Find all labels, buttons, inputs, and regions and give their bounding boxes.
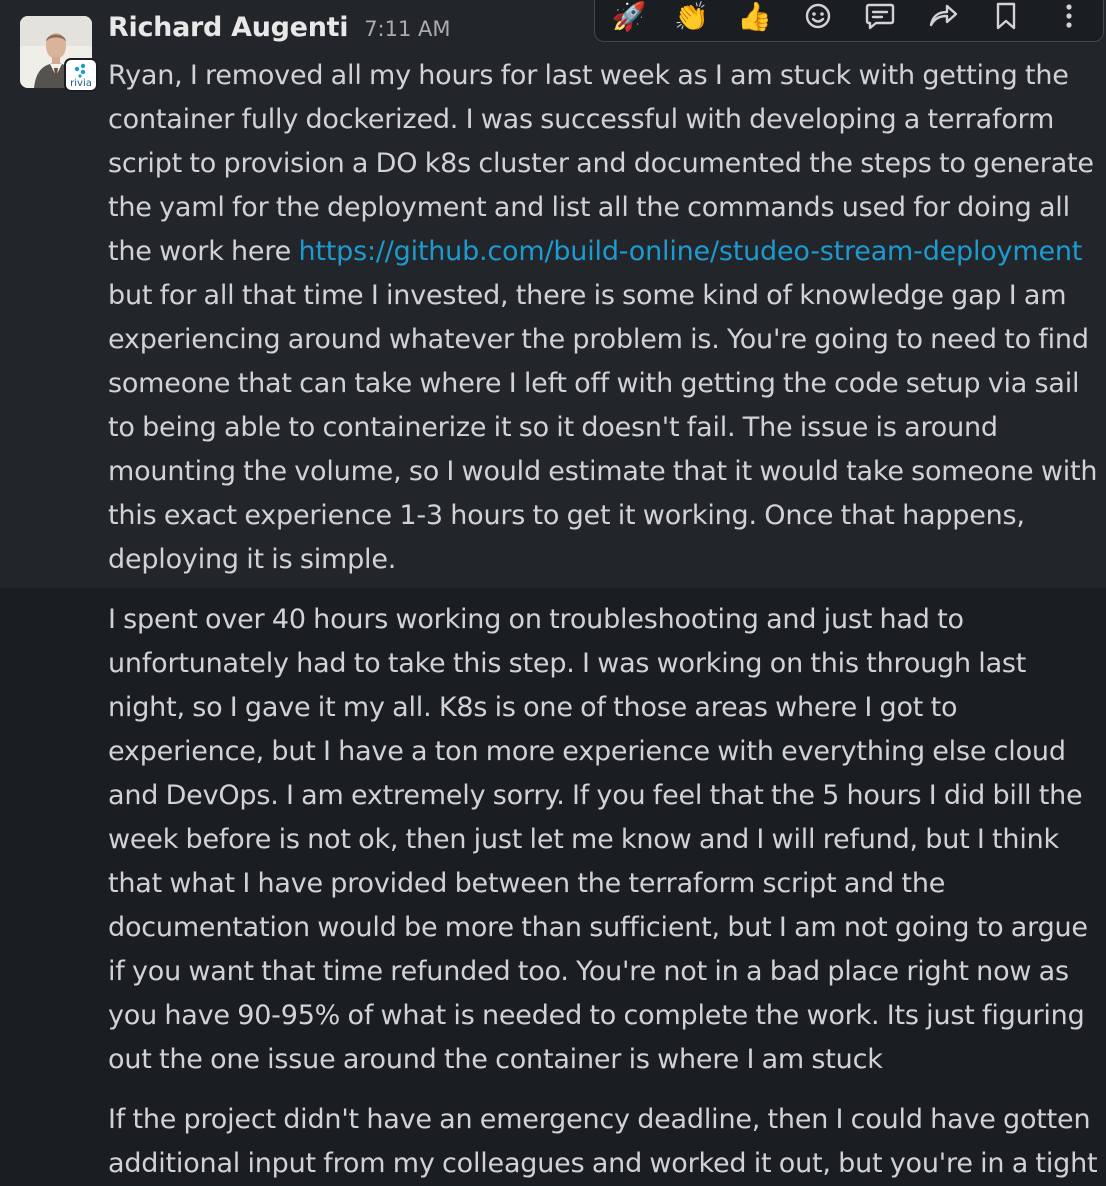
message-line-text: but for all that time I invested, there …: [108, 280, 1067, 311]
message-line: deploying it is simple.: [108, 538, 1098, 582]
message-line: to being able to containerize it so it d…: [108, 406, 1098, 450]
message-paragraph-2: I spent over 40 hours working on trouble…: [108, 598, 1098, 1082]
clap-emoji-reaction[interactable]: 👏: [672, 0, 712, 31]
add-reaction-button[interactable]: [798, 0, 838, 31]
message-line-text: to being able to containerize it so it d…: [108, 412, 998, 443]
message-line-text: the work here: [108, 236, 299, 267]
message-line-text: out the one issue around the container i…: [108, 1044, 883, 1075]
message-line-text: mounting the volume, so I would estimate…: [108, 456, 1098, 487]
save-for-later-button[interactable]: [986, 0, 1026, 31]
clapping-hands-icon: 👏: [674, 0, 710, 33]
thumbs-up-emoji-reaction[interactable]: 👍: [735, 0, 775, 31]
message-actions-toolbar: 🚀 👏 👍: [594, 0, 1104, 42]
message-line-text: deploying it is simple.: [108, 544, 397, 575]
message-line: mounting the volume, so I would estimate…: [108, 450, 1098, 494]
message-line-text: experience, but I have a ton more experi…: [108, 736, 1066, 767]
message-line: this exact experience 1-3 hours to get i…: [108, 494, 1098, 538]
rocket-emoji-reaction[interactable]: 🚀: [609, 0, 649, 31]
share-message-button[interactable]: [923, 0, 963, 31]
more-actions-button[interactable]: [1049, 0, 1089, 31]
message-line-text: this exact experience 1-3 hours to get i…: [108, 500, 1025, 531]
message-header: Richard Augenti 7:11 AM: [108, 12, 451, 52]
forward-arrow-icon: [930, 4, 958, 27]
message-line: documentation would be more than suffici…: [108, 906, 1098, 950]
message-line: script to provision a DO k8s cluster and…: [108, 142, 1098, 186]
message-line: Ryan, I removed all my hours for last we…: [108, 54, 1098, 98]
message-line: that what I have provided between the te…: [108, 862, 1098, 906]
message-line: the yaml for the deployment and list all…: [108, 186, 1098, 230]
thumbs-up-icon: 👍: [737, 0, 773, 33]
message-line-text: If the project didn't have an emergency …: [108, 1104, 1091, 1135]
message-line-text: container fully dockerized. I was succes…: [108, 104, 1055, 135]
repository-link[interactable]: https://github.com/build-online/studeo-s…: [298, 236, 1082, 267]
message-paragraph-3: If the project didn't have an emergency …: [108, 1098, 1098, 1186]
org-badge: rivia: [64, 58, 98, 92]
message-line: someone that can take where I left off w…: [108, 362, 1098, 406]
message-line: experiencing around whatever the problem…: [108, 318, 1098, 362]
message-paragraph-1: Ryan, I removed all my hours for last we…: [108, 54, 1098, 582]
message-line-text: that what I have provided between the te…: [108, 868, 946, 899]
reply-in-thread-button[interactable]: [860, 0, 900, 31]
message-line: unfortunately had to take this step. I w…: [108, 642, 1098, 686]
message-line: experience, but I have a ton more experi…: [108, 730, 1098, 774]
message-line-text: script to provision a DO k8s cluster and…: [108, 148, 1094, 179]
message-line: If the project didn't have an emergency …: [108, 1098, 1098, 1142]
vertical-ellipsis-icon: [1066, 4, 1072, 28]
message-line: I spent over 40 hours working on trouble…: [108, 598, 1098, 642]
message-line: and DevOps. I am extremely sorry. If you…: [108, 774, 1098, 818]
message-line: you have 90-95% of what is needed to com…: [108, 994, 1098, 1038]
author-name[interactable]: Richard Augenti: [108, 12, 348, 43]
message-line: night, so I gave it my all. K8s is one o…: [108, 686, 1098, 730]
message-line: but for all that time I invested, there …: [108, 274, 1098, 318]
message-timestamp[interactable]: 7:11 AM: [364, 17, 450, 41]
smiley-add-icon: [805, 3, 830, 29]
message-line-text: I spent over 40 hours working on trouble…: [108, 604, 964, 635]
bookmark-icon: [996, 2, 1016, 30]
message-line-text: night, so I gave it my all. K8s is one o…: [108, 692, 958, 723]
message-line-text: additional input from my colleagues and …: [108, 1148, 1098, 1179]
message-line-text: unfortunately had to take this step. I w…: [108, 648, 1027, 679]
message-line: week before is not ok, then just let me …: [108, 818, 1098, 862]
message-line-text: someone that can take where I left off w…: [108, 368, 1080, 399]
message-line-text: documentation would be more than suffici…: [108, 912, 1088, 943]
thread-bubble-icon: [866, 3, 895, 30]
message-line-text: Ryan, I removed all my hours for last we…: [108, 60, 1069, 91]
message-line-text: experiencing around whatever the problem…: [108, 324, 1089, 355]
rocket-icon: 🚀: [611, 0, 647, 33]
message-line-text: week before is not ok, then just let me …: [108, 824, 1059, 855]
message-line: container fully dockerized. I was succes…: [108, 98, 1098, 142]
org-badge-label: rivia: [70, 78, 92, 89]
message-line-text: and DevOps. I am extremely sorry. If you…: [108, 780, 1083, 811]
message-line: additional input from my colleagues and …: [108, 1142, 1098, 1186]
message-line-text: the yaml for the deployment and list all…: [108, 192, 1070, 223]
message-line-text: you have 90-95% of what is needed to com…: [108, 1000, 1085, 1031]
message-line: out the one issue around the container i…: [108, 1038, 1098, 1082]
message-line: if you want that time refunded too. You'…: [108, 950, 1098, 994]
message-line-text: if you want that time refunded too. You'…: [108, 956, 1069, 987]
message-line: the work here https://github.com/build-o…: [108, 230, 1098, 274]
